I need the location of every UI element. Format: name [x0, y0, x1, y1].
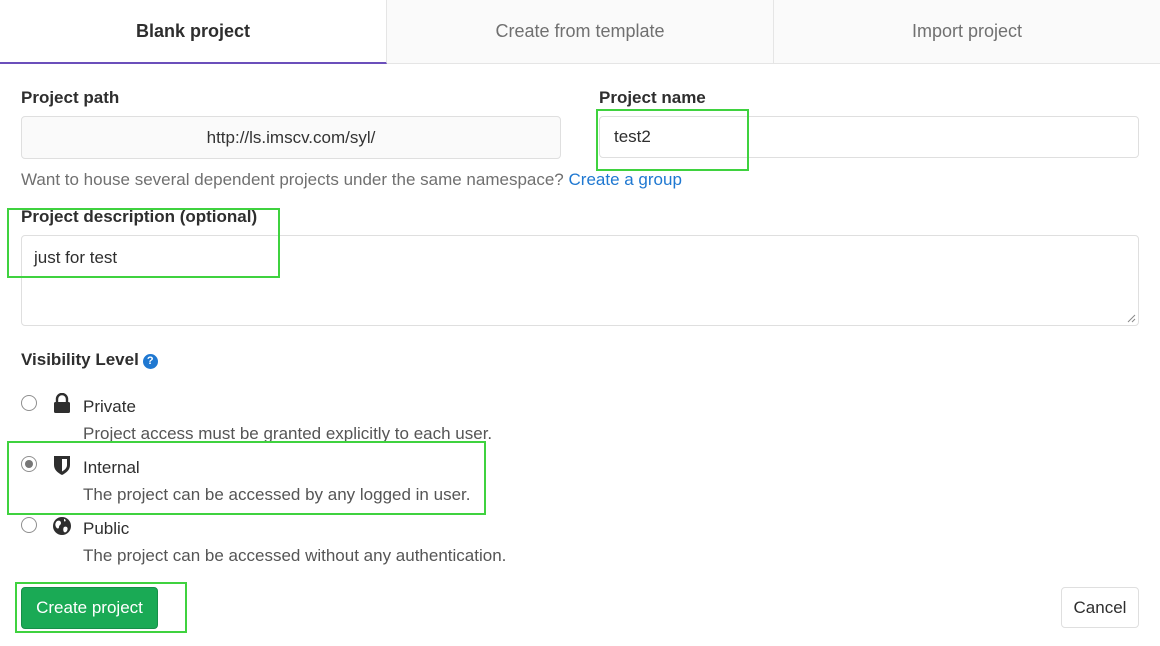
tab-import-project[interactable]: Import project [774, 0, 1160, 63]
visibility-level-title: Visibility Level [21, 350, 139, 369]
lock-icon [54, 393, 70, 413]
project-path-field: http://ls.imscv.com/syl/ [21, 116, 561, 159]
highlight-internal-option [7, 441, 486, 515]
project-name-label: Project name [599, 88, 706, 107]
tab-blank-project[interactable]: Blank project [0, 0, 387, 64]
cancel-button[interactable]: Cancel [1061, 587, 1139, 628]
visibility-private-radio[interactable] [21, 395, 37, 411]
tab-create-from-template[interactable]: Create from template [387, 0, 774, 63]
project-path-label: Project path [21, 88, 120, 107]
visibility-private-title: Private [83, 397, 136, 416]
globe-icon [53, 517, 71, 535]
question-circle-icon[interactable]: ? [142, 354, 158, 369]
visibility-public-radio[interactable] [21, 517, 37, 533]
create-group-link[interactable]: Create a group [569, 170, 682, 189]
project-tabs: Blank project Create from template Impor… [0, 0, 1160, 64]
highlight-project-name [596, 109, 749, 171]
visibility-level-label: Visibility Level? [21, 350, 158, 370]
namespace-help-text: Want to house several dependent projects… [21, 170, 682, 190]
highlight-create-button [15, 582, 187, 633]
visibility-public-title: Public [83, 519, 130, 538]
namespace-help-message: Want to house several dependent projects… [21, 170, 564, 189]
resize-handle-icon[interactable] [1126, 313, 1136, 323]
highlight-project-description [7, 208, 280, 278]
visibility-public-description: The project can be accessed without any … [83, 546, 507, 565]
